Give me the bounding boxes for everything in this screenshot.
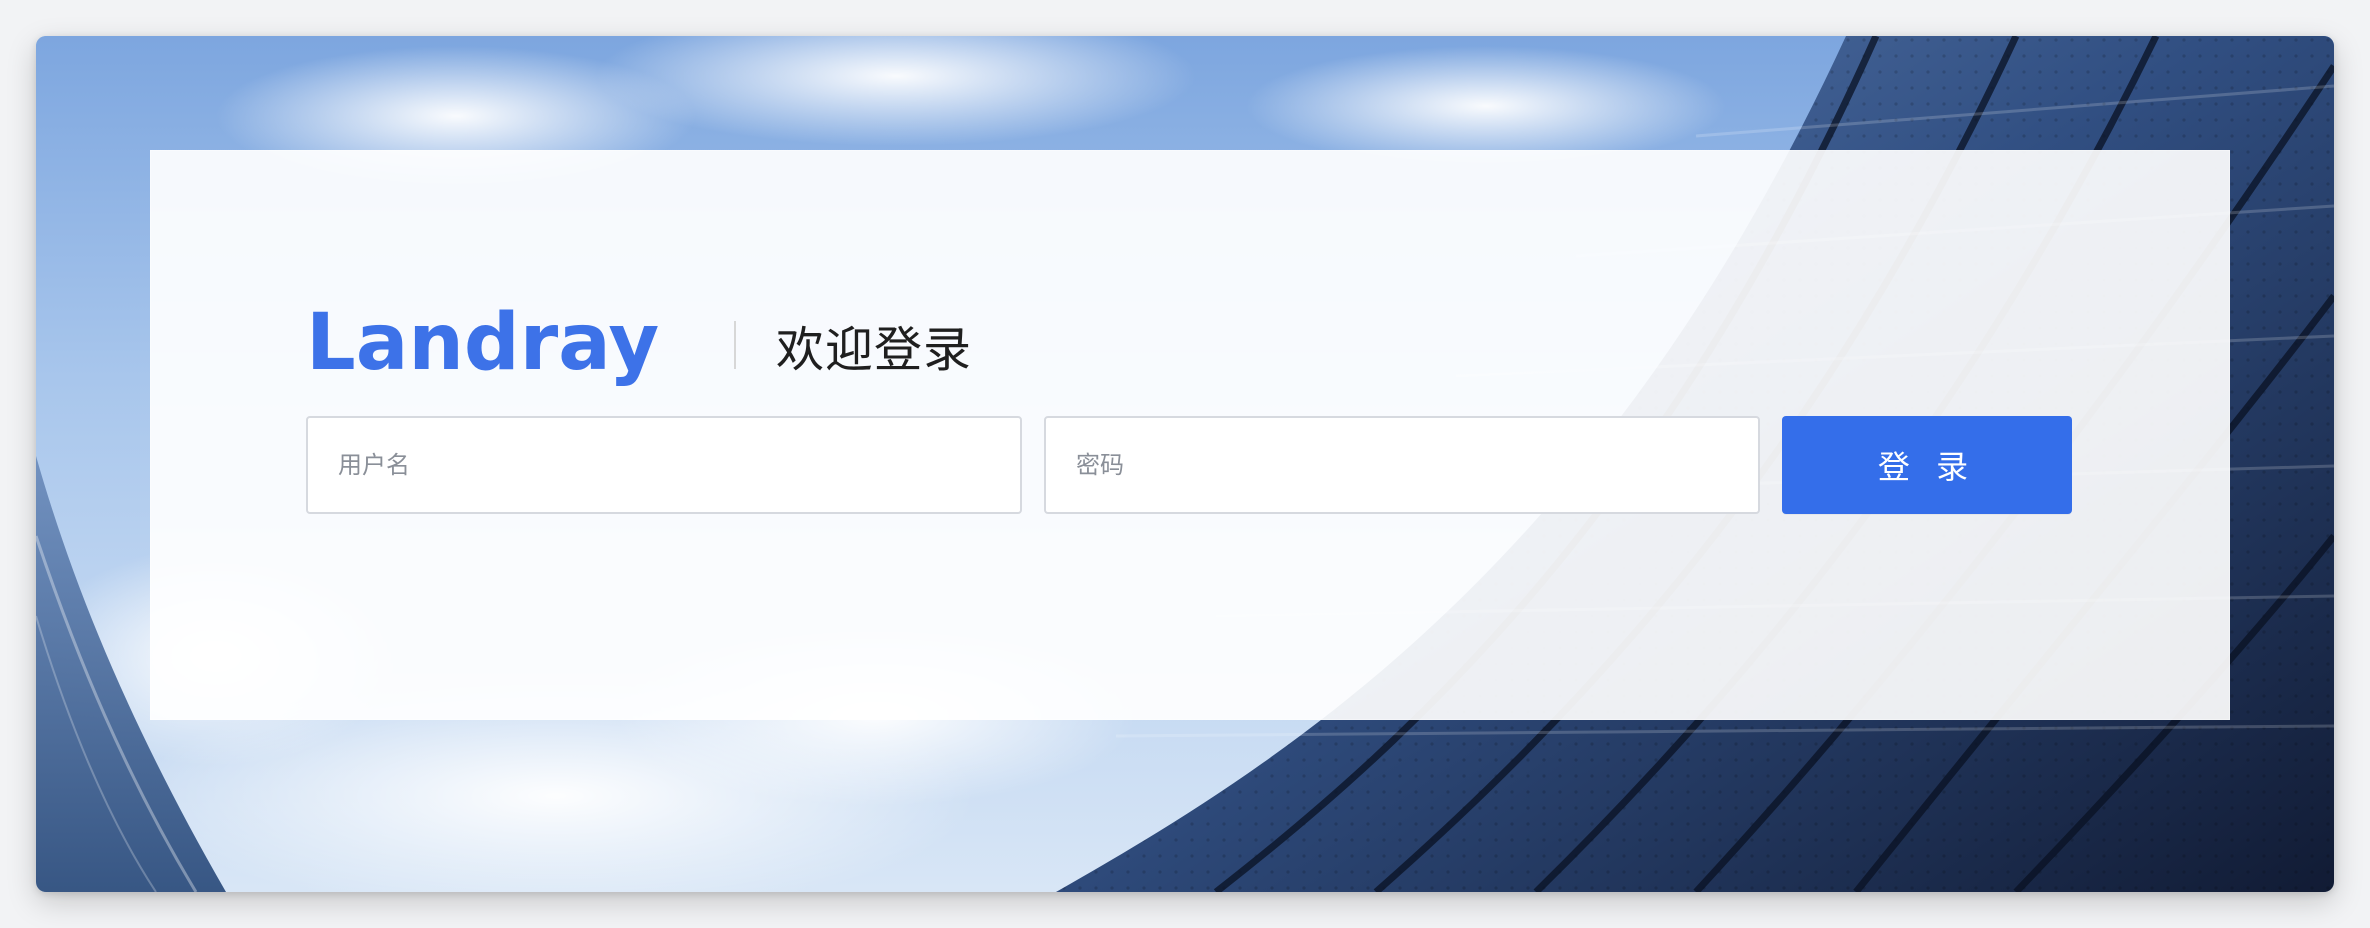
logo: Landray [306, 302, 659, 388]
welcome-title: 欢迎登录 [776, 322, 973, 378]
password-input[interactable] [1044, 416, 1760, 514]
login-button[interactable]: 登 录 [1782, 416, 2072, 514]
brand-divider [734, 321, 736, 369]
login-window: Landray 欢迎登录 登 录 [36, 36, 2334, 892]
svg-text:Landray: Landray [306, 302, 659, 388]
login-card: Landray 欢迎登录 登 录 [150, 150, 2230, 720]
brand-row: Landray 欢迎登录 [306, 300, 972, 390]
username-input[interactable] [306, 416, 1022, 514]
